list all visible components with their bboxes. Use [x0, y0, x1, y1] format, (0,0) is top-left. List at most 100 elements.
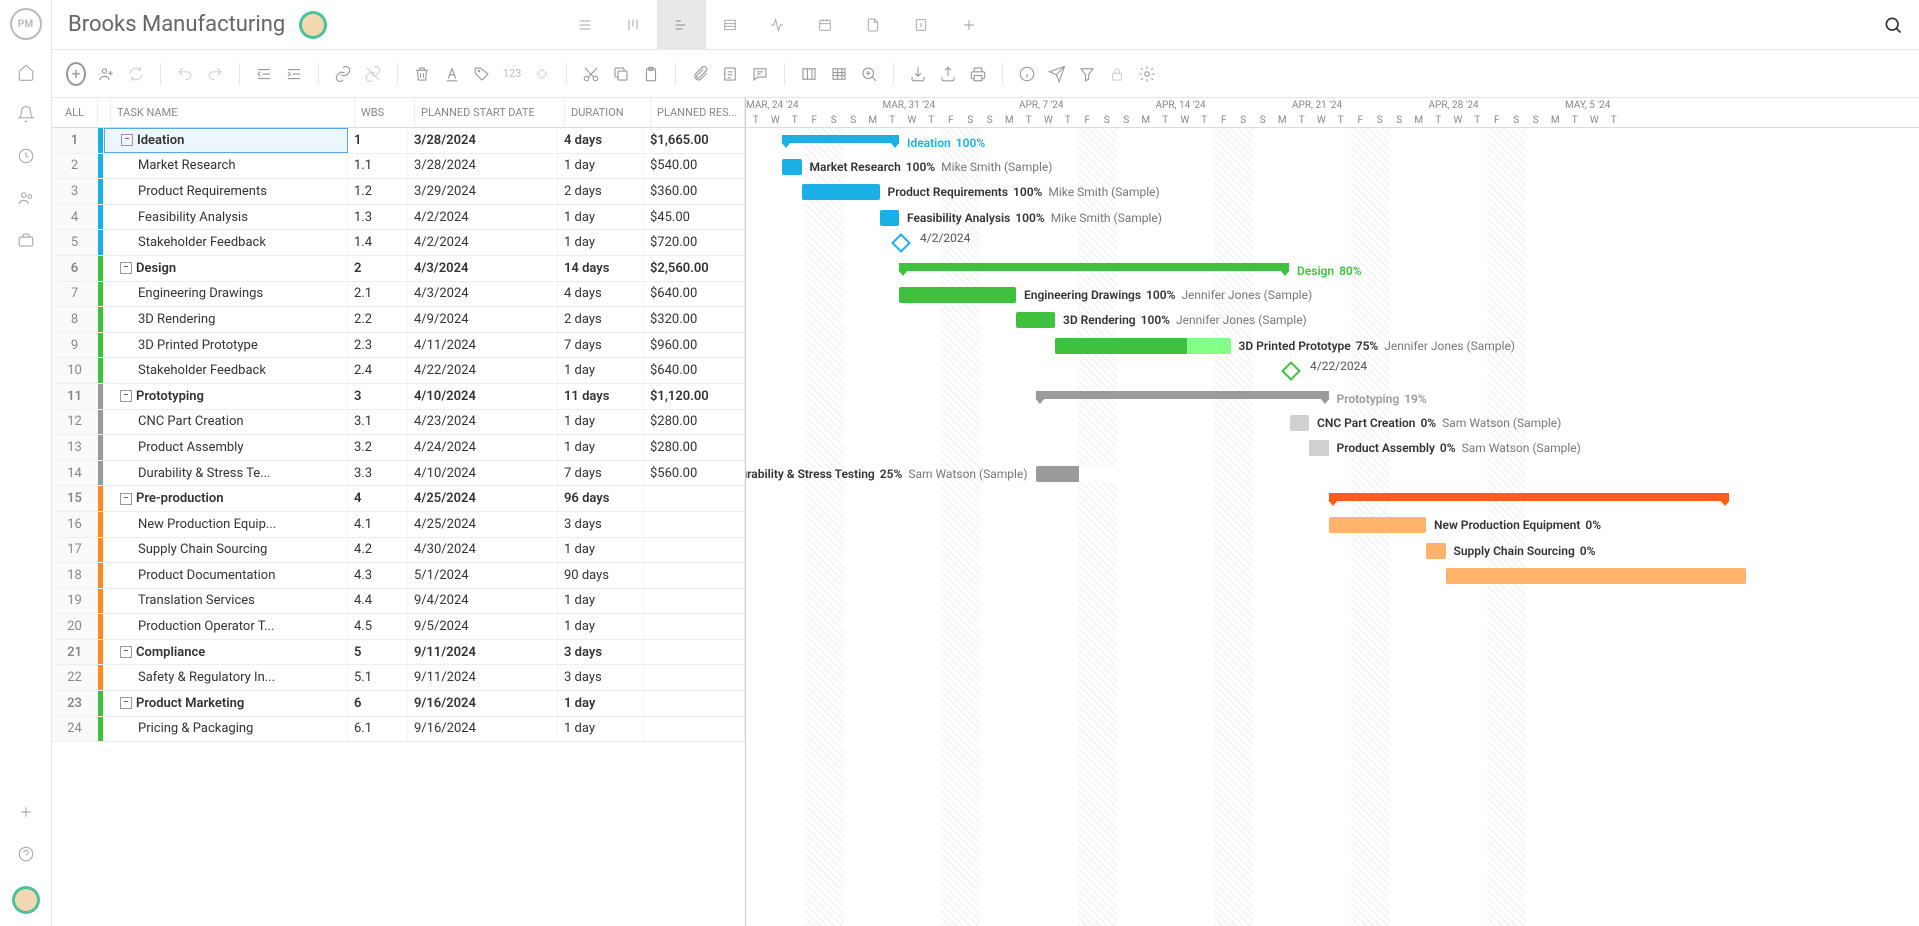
- view-file-icon[interactable]: [849, 0, 897, 50]
- gantt-row[interactable]: 4/2/2024: [746, 230, 1919, 256]
- task-row[interactable]: 15−Pre-production44/25/202496 days: [52, 486, 745, 512]
- gantt-summary-bar[interactable]: Prototyping 19%: [1036, 391, 1329, 399]
- view-gantt-icon[interactable]: [657, 0, 705, 50]
- wbs-cell[interactable]: 1.3: [348, 205, 408, 230]
- start-cell[interactable]: 4/2/2024: [408, 230, 558, 255]
- start-cell[interactable]: 3/28/2024: [408, 128, 558, 153]
- res-cell[interactable]: $960.00: [644, 333, 745, 358]
- col-duration[interactable]: DURATION: [565, 98, 651, 127]
- user-avatar[interactable]: [12, 886, 40, 914]
- res-cell[interactable]: $45.00: [644, 205, 745, 230]
- gantt-row[interactable]: Product Requirements 100%Mike Smith (Sam…: [746, 179, 1919, 205]
- link-icon[interactable]: [333, 64, 353, 84]
- duration-cell[interactable]: 90 days: [558, 563, 644, 588]
- res-cell[interactable]: [644, 538, 745, 563]
- wbs-cell[interactable]: 1.2: [348, 179, 408, 204]
- gantt-summary-bar[interactable]: Ideation 100%: [782, 135, 899, 143]
- task-name-cell[interactable]: Translation Services: [104, 589, 348, 614]
- collapse-icon[interactable]: −: [120, 646, 132, 658]
- wbs-cell[interactable]: 4.2: [348, 538, 408, 563]
- wbs-cell[interactable]: 5.1: [348, 665, 408, 690]
- comment-icon[interactable]: [750, 64, 770, 84]
- gantt-row[interactable]: [746, 563, 1919, 589]
- duration-cell[interactable]: 1 day: [558, 154, 644, 179]
- task-row[interactable]: 4Feasibility Analysis1.34/2/20241 day$45…: [52, 205, 745, 231]
- add-person-icon[interactable]: [96, 64, 116, 84]
- paste-icon[interactable]: [641, 64, 661, 84]
- filter-icon[interactable]: [1077, 64, 1097, 84]
- task-row[interactable]: 18Product Documentation4.35/1/202490 day…: [52, 563, 745, 589]
- gantt-task-bar[interactable]: Feasibility Analysis 100%Mike Smith (Sam…: [880, 210, 900, 226]
- view-list-icon[interactable]: [561, 0, 609, 50]
- start-cell[interactable]: 4/11/2024: [408, 333, 558, 358]
- gantt-milestone[interactable]: [1281, 361, 1301, 381]
- gantt-task-bar[interactable]: CNC Part Creation 0%Sam Watson (Sample): [1290, 415, 1310, 431]
- duration-cell[interactable]: 1 day: [558, 205, 644, 230]
- task-name-cell[interactable]: Pricing & Packaging: [104, 717, 348, 742]
- task-row[interactable]: 7Engineering Drawings2.14/3/20244 days$6…: [52, 282, 745, 308]
- col-wbs[interactable]: WBS: [355, 98, 415, 127]
- start-cell[interactable]: 5/1/2024: [408, 563, 558, 588]
- res-cell[interactable]: $1,120.00: [644, 384, 745, 409]
- add-task-button[interactable]: +: [66, 64, 86, 84]
- start-cell[interactable]: 9/5/2024: [408, 614, 558, 639]
- unlink-icon[interactable]: [363, 64, 383, 84]
- attach-icon[interactable]: [690, 64, 710, 84]
- collapse-icon[interactable]: −: [120, 493, 132, 505]
- wbs-cell[interactable]: 2.4: [348, 358, 408, 383]
- start-cell[interactable]: 9/11/2024: [408, 640, 558, 665]
- gantt-row[interactable]: [746, 614, 1919, 640]
- res-cell[interactable]: [644, 640, 745, 665]
- wbs-cell[interactable]: 2.3: [348, 333, 408, 358]
- res-cell[interactable]: [644, 589, 745, 614]
- gantt-row[interactable]: 3D Rendering 100%Jennifer Jones (Sample): [746, 307, 1919, 333]
- start-cell[interactable]: 4/30/2024: [408, 538, 558, 563]
- wbs-cell[interactable]: 4.5: [348, 614, 408, 639]
- help-icon[interactable]: [16, 844, 36, 864]
- wbs-cell[interactable]: 1.4: [348, 230, 408, 255]
- home-icon[interactable]: [16, 62, 36, 82]
- wbs-cell[interactable]: 3.1: [348, 410, 408, 435]
- percentage-icon[interactable]: 123: [502, 64, 522, 84]
- gantt-task-bar[interactable]: 3D Rendering 100%Jennifer Jones (Sample): [1016, 312, 1055, 328]
- gantt-task-bar[interactable]: Durability & Stress Testing 25%Sam Watso…: [1036, 466, 1212, 482]
- task-name-cell[interactable]: Stakeholder Feedback: [104, 358, 348, 383]
- res-cell[interactable]: $560.00: [644, 461, 745, 486]
- view-report-icon[interactable]: [897, 0, 945, 50]
- task-row[interactable]: 12CNC Part Creation3.14/23/20241 day$280…: [52, 410, 745, 436]
- gantt-row[interactable]: Prototyping 19%: [746, 384, 1919, 410]
- cut-icon[interactable]: [581, 64, 601, 84]
- delete-icon[interactable]: [412, 64, 432, 84]
- task-name-cell[interactable]: −Product Marketing: [104, 691, 348, 716]
- res-cell[interactable]: $640.00: [644, 282, 745, 307]
- start-cell[interactable]: 4/24/2024: [408, 435, 558, 460]
- start-cell[interactable]: 3/29/2024: [408, 179, 558, 204]
- duration-cell[interactable]: 3 days: [558, 512, 644, 537]
- res-cell[interactable]: [644, 717, 745, 742]
- gantt-row[interactable]: New Production Equipment 0%: [746, 512, 1919, 538]
- start-cell[interactable]: 4/10/2024: [408, 461, 558, 486]
- res-cell[interactable]: $360.00: [644, 179, 745, 204]
- start-cell[interactable]: 9/4/2024: [408, 589, 558, 614]
- wbs-cell[interactable]: 2: [348, 256, 408, 281]
- info-icon[interactable]: [1017, 64, 1037, 84]
- wbs-cell[interactable]: 2.2: [348, 307, 408, 332]
- duration-cell[interactable]: 1 day: [558, 691, 644, 716]
- gantt-task-bar[interactable]: Market Research 100%Mike Smith (Sample): [782, 159, 802, 175]
- task-name-cell[interactable]: Stakeholder Feedback: [104, 230, 348, 255]
- task-row[interactable]: 11−Prototyping34/10/202411 days$1,120.00: [52, 384, 745, 410]
- start-cell[interactable]: 4/9/2024: [408, 307, 558, 332]
- project-avatar[interactable]: [299, 11, 327, 39]
- refresh-icon[interactable]: [126, 64, 146, 84]
- settings-icon[interactable]: [1137, 64, 1157, 84]
- gantt-row[interactable]: [746, 691, 1919, 717]
- gantt-row[interactable]: [746, 717, 1919, 743]
- res-cell[interactable]: [644, 691, 745, 716]
- task-row[interactable]: 2Market Research1.13/28/20241 day$540.00: [52, 154, 745, 180]
- task-name-cell[interactable]: −Design: [104, 256, 348, 281]
- wbs-cell[interactable]: 3.3: [348, 461, 408, 486]
- duration-cell[interactable]: 7 days: [558, 461, 644, 486]
- start-cell[interactable]: 4/22/2024: [408, 358, 558, 383]
- col-planned-start[interactable]: PLANNED START DATE: [415, 98, 565, 127]
- task-name-cell[interactable]: Engineering Drawings: [104, 282, 348, 307]
